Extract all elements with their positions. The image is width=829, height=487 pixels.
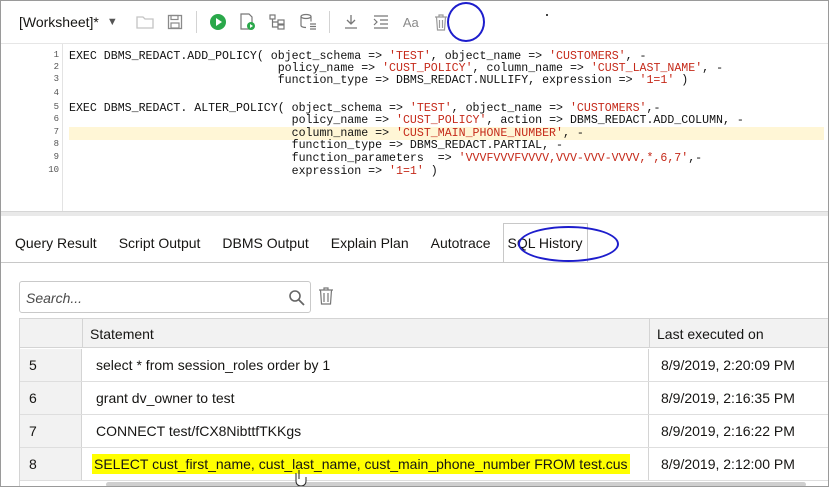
code-line[interactable]: function_type => DBMS_REDACT.NULLIFY, ex… — [69, 74, 824, 87]
download-icon[interactable] — [338, 9, 364, 35]
pane-splitter[interactable] — [1, 211, 828, 216]
chevron-down-icon[interactable]: ▼ — [107, 16, 118, 28]
code-line[interactable]: expression => '1=1' ) — [69, 165, 824, 178]
string-literal: '1=1' — [639, 74, 675, 87]
line-number: 7 — [53, 127, 59, 137]
string-literal: 'CUST_POLICY' — [396, 114, 487, 127]
toolbar-divider — [195, 11, 197, 33]
line-number: 5 — [53, 102, 59, 112]
statement-text: CONNECT test/fCX8NibttfTKKgs — [96, 423, 302, 439]
table-row[interactable]: 5 select * from session_roles order by 1… — [20, 349, 828, 382]
code-token: function_parameters => — [69, 152, 459, 165]
mouse-cursor-icon — [293, 469, 307, 486]
statement-text: select * from session_roles order by 1 — [96, 357, 331, 373]
sql-worksheet-window: [Worksheet]* ▼ Aa 1 2 3 4 5 6 7 8 9 10 E… — [0, 0, 829, 487]
code-line[interactable] — [69, 88, 824, 101]
annotation-circle-clear — [447, 2, 485, 42]
code-token: ) — [423, 165, 438, 178]
string-literal: 'VVVFVVVFVVVV,VVV-VVV-VVVV,*,6,7' — [458, 152, 689, 165]
row-number: 7 — [20, 415, 82, 447]
history-search-box — [19, 281, 311, 313]
statement-column-header[interactable]: Statement — [82, 319, 649, 348]
string-literal: '1=1' — [389, 165, 424, 178]
last-executed-cell: 8/9/2019, 2:20:09 PM — [661, 357, 795, 373]
code-token: expression => — [69, 165, 390, 178]
code-token: function_type => DBMS_REDACT.PARTIAL, - — [69, 139, 563, 152]
output-tabs: Query Result Script Output DBMS Output E… — [1, 223, 588, 263]
toolbar-divider — [328, 11, 330, 33]
table-row[interactable]: 8 SELECT cust_first_name, cust_last_name… — [20, 448, 828, 481]
last-executed-column-header[interactable]: Last executed on — [649, 319, 828, 348]
statement-cell[interactable]: CONNECT test/fCX8NibttfTKKgs — [82, 415, 649, 447]
autotrace-icon[interactable] — [295, 9, 321, 35]
run-script-icon[interactable] — [235, 9, 261, 35]
last-executed-cell: 8/9/2019, 2:16:22 PM — [661, 423, 795, 439]
statement-cell[interactable]: SELECT cust_first_name, cust_last_name, … — [82, 448, 649, 480]
line-number: 1 — [53, 50, 59, 60]
worksheet-title[interactable]: [Worksheet]* — [19, 14, 99, 30]
line-number-gutter: 1 2 3 4 5 6 7 8 9 10 — [1, 44, 63, 212]
code-line[interactable]: function_parameters => 'VVVFVVVFVVVV,VVV… — [69, 152, 824, 165]
worksheet-toolbar: [Worksheet]* ▼ Aa — [1, 1, 828, 43]
search-input[interactable] — [26, 288, 276, 308]
line-number: 10 — [48, 165, 59, 175]
tab-autotrace[interactable]: Autotrace — [431, 223, 491, 263]
table-header: Statement Last executed on — [20, 319, 828, 348]
row-number: 5 — [20, 349, 82, 381]
code-line[interactable]: policy_name => 'CUST_POLICY', action => … — [69, 114, 824, 127]
table-row[interactable]: 7 CONNECT test/fCX8NibttfTKKgs 8/9/2019,… — [20, 415, 828, 448]
line-number: 9 — [53, 152, 59, 162]
line-number: 6 — [53, 114, 59, 124]
sql-history-table: Statement Last executed on 5 select * fr… — [19, 318, 828, 486]
code-token: ,- — [688, 152, 703, 165]
explain-plan-icon[interactable] — [265, 9, 291, 35]
line-number: 3 — [53, 74, 59, 84]
open-folder-icon[interactable] — [132, 9, 158, 35]
line-number: 4 — [53, 88, 59, 98]
statement-cell[interactable]: grant dv_owner to test — [82, 382, 649, 414]
code-token: policy_name => — [69, 114, 396, 127]
tab-dbms-output[interactable]: DBMS Output — [222, 223, 308, 263]
run-statement-icon[interactable] — [205, 9, 231, 35]
tabs-baseline — [1, 262, 828, 263]
last-executed-cell: 8/9/2019, 2:16:35 PM — [661, 390, 795, 406]
clear-history-trash-icon[interactable] — [318, 287, 336, 305]
change-case-label: Aa — [402, 14, 419, 30]
table-row[interactable]: 6 grant dv_owner to test 8/9/2019, 2:16:… — [20, 382, 828, 415]
code-token: ) — [674, 74, 689, 87]
tab-script-output[interactable]: Script Output — [119, 223, 201, 263]
line-number: 2 — [53, 62, 59, 72]
search-icon[interactable] — [288, 289, 306, 307]
statement-text: grant dv_owner to test — [96, 390, 235, 406]
tab-explain-plan[interactable]: Explain Plan — [331, 223, 409, 263]
statement-cell[interactable]: select * from session_roles order by 1 — [82, 349, 649, 381]
row-number: 8 — [20, 448, 82, 480]
code-line[interactable]: function_type => DBMS_REDACT.PARTIAL, - — [69, 139, 824, 152]
sql-editor[interactable]: 1 2 3 4 5 6 7 8 9 10 EXEC DBMS_REDACT.ADD_POLICY(… — [1, 43, 828, 212]
tab-query-result[interactable]: Query Result — [15, 223, 97, 263]
format-indent-icon[interactable] — [368, 9, 394, 35]
annotation-circle-sql-history — [518, 226, 619, 262]
code-token: , action => DBMS_REDACT.ADD_COLUMN, - — [486, 114, 744, 127]
code-token: function_type => DBMS_REDACT.NULLIFY, ex… — [69, 74, 640, 87]
horizontal-scrollbar[interactable] — [106, 482, 806, 486]
stray-dot — [546, 14, 548, 16]
statement-text-highlighted: SELECT cust_first_name, cust_last_name, … — [92, 454, 630, 474]
row-number: 6 — [20, 382, 82, 414]
last-executed-cell: 8/9/2019, 2:12:00 PM — [661, 456, 795, 472]
line-number: 8 — [53, 139, 59, 149]
save-icon[interactable] — [162, 9, 188, 35]
change-case-icon[interactable]: Aa — [398, 9, 424, 35]
